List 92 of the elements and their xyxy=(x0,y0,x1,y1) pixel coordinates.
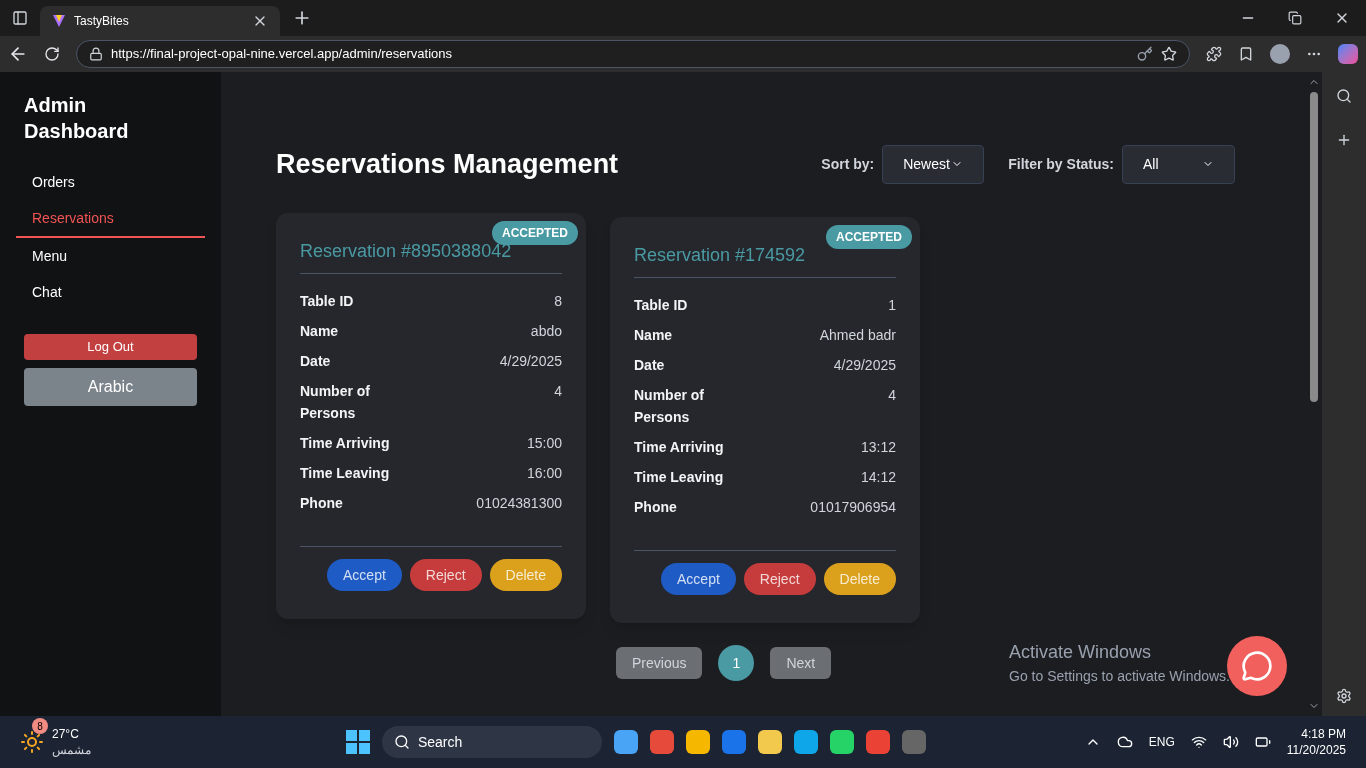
field-label: Time Leaving xyxy=(634,467,725,487)
field-value: 01024381300 xyxy=(476,493,562,513)
filter-label: Filter by Status: xyxy=(1008,155,1114,175)
field-value: 4/29/2025 xyxy=(499,351,562,371)
field-label: Name xyxy=(634,325,674,345)
weather-temperature: 27°C xyxy=(52,726,80,742)
field-value: abdo xyxy=(530,321,562,341)
add-icon[interactable] xyxy=(1336,132,1352,148)
accept-button[interactable]: Accept xyxy=(661,562,736,595)
field-value: Ahmed badr xyxy=(819,325,896,345)
field-label: Date xyxy=(634,355,666,375)
reject-button[interactable]: Reject xyxy=(409,558,482,591)
status-badge: ACCEPTED xyxy=(492,220,578,245)
field-value: 15:00 xyxy=(526,433,562,453)
restore-icon[interactable] xyxy=(1288,11,1302,25)
tab-title: TastyBites xyxy=(74,13,130,29)
wifi-icon[interactable] xyxy=(1190,734,1207,750)
volume-icon[interactable] xyxy=(1222,734,1239,750)
pagination-button[interactable]: 1 xyxy=(718,644,755,681)
site-logo-icon xyxy=(52,14,66,28)
cloud-icon[interactable] xyxy=(1116,734,1133,750)
field-value: 4 xyxy=(554,381,562,401)
activation-text: Go to Settings to activate Windows. xyxy=(1009,667,1230,686)
activation-title: Activate Windows xyxy=(1009,641,1153,664)
field-label: Number of Persons xyxy=(300,381,371,423)
scrollbar-thumb[interactable] xyxy=(1310,92,1318,402)
lock-icon xyxy=(89,47,103,61)
nav-link[interactable]: Menu xyxy=(16,238,205,274)
reservation-title: Reservation #8950388042 xyxy=(300,236,562,274)
search-icon xyxy=(393,734,410,750)
taskbar-app-icon[interactable] xyxy=(649,730,674,754)
reservation-title: Reservation #174592 xyxy=(634,240,896,278)
tab-actions-icon[interactable] xyxy=(12,10,28,26)
nav-link[interactable]: Reservations xyxy=(16,200,205,238)
field-label: Time Leaving xyxy=(300,463,391,483)
pagination-button[interactable]: Next xyxy=(770,646,832,679)
accept-button[interactable]: Accept xyxy=(327,558,402,591)
profile-avatar[interactable] xyxy=(1270,44,1290,64)
field-label: Phone xyxy=(634,497,678,517)
weather-sun-icon[interactable] xyxy=(20,730,44,754)
weather-condition: مشمس xyxy=(52,742,91,758)
address-bar[interactable]: https://final-project-opal-nine.vercel.app/admin/reservations xyxy=(76,40,1190,68)
field-label: Name xyxy=(300,321,340,341)
extensions-icon[interactable] xyxy=(1206,46,1222,62)
field-label: Time Arriving xyxy=(300,433,391,453)
browser-tab[interactable]: TastyBites xyxy=(40,6,280,36)
field-value: 8 xyxy=(554,291,562,311)
field-label: Table ID xyxy=(300,291,355,311)
page-title: Reservations Management xyxy=(276,148,619,181)
settings-icon[interactable] xyxy=(1336,688,1352,704)
taskbar-search[interactable]: Search xyxy=(381,726,602,758)
sort-select[interactable]: Newest xyxy=(882,144,985,184)
field-value: 01017906954 xyxy=(810,497,896,517)
field-label: Table ID xyxy=(634,295,689,315)
nav-link[interactable]: Chat xyxy=(16,274,205,310)
field-value: 4/29/2025 xyxy=(833,355,896,375)
field-value: 13:12 xyxy=(860,437,896,457)
field-value: 4 xyxy=(888,385,896,405)
field-label: Number of Persons xyxy=(634,385,705,427)
field-value: 14:12 xyxy=(860,467,896,487)
search-icon[interactable] xyxy=(1336,88,1352,104)
logout-button[interactable]: Log Out xyxy=(24,334,197,360)
favorite-star-icon[interactable] xyxy=(1161,46,1177,62)
sort-label: Sort by: xyxy=(821,155,875,175)
clock-date[interactable]: 11/20/2025 xyxy=(1286,742,1346,758)
field-label: Time Arriving xyxy=(634,437,725,457)
start-icon[interactable] xyxy=(345,730,370,754)
pagination-button[interactable]: Previous xyxy=(616,646,703,679)
taskbar-app-icon[interactable] xyxy=(757,730,782,754)
battery-icon[interactable] xyxy=(1254,734,1271,750)
taskbar-app-icon[interactable] xyxy=(613,730,638,754)
weather-badge: 8 xyxy=(32,718,48,734)
taskbar-app-icon[interactable] xyxy=(685,730,710,754)
field-value: 1 xyxy=(888,295,896,315)
nav-link[interactable]: Orders xyxy=(16,164,205,200)
language-indicator[interactable]: ENG xyxy=(1148,734,1175,750)
field-label: Date xyxy=(300,351,332,371)
clock-time[interactable]: 4:18 PM xyxy=(1301,726,1346,742)
field-label: Phone xyxy=(300,493,344,513)
status-select[interactable]: All xyxy=(1122,144,1235,184)
taskbar-app-icon[interactable] xyxy=(829,730,854,754)
reload-icon[interactable] xyxy=(44,46,60,62)
status-badge: ACCEPTED xyxy=(826,224,912,249)
field-value: 16:00 xyxy=(526,463,562,483)
reject-button[interactable]: Reject xyxy=(743,562,816,595)
sidebar-title: Admin Dashboard xyxy=(24,93,130,144)
language-button[interactable]: Arabic xyxy=(24,368,197,406)
chat-bubble-icon xyxy=(1241,650,1273,682)
url-text: https://final-project-opal-nine.vercel.app/admin/reservations xyxy=(111,45,454,64)
key-icon[interactable] xyxy=(1137,46,1153,62)
taskbar-app-icon[interactable] xyxy=(793,730,818,754)
favorites-icon[interactable] xyxy=(1238,46,1254,62)
